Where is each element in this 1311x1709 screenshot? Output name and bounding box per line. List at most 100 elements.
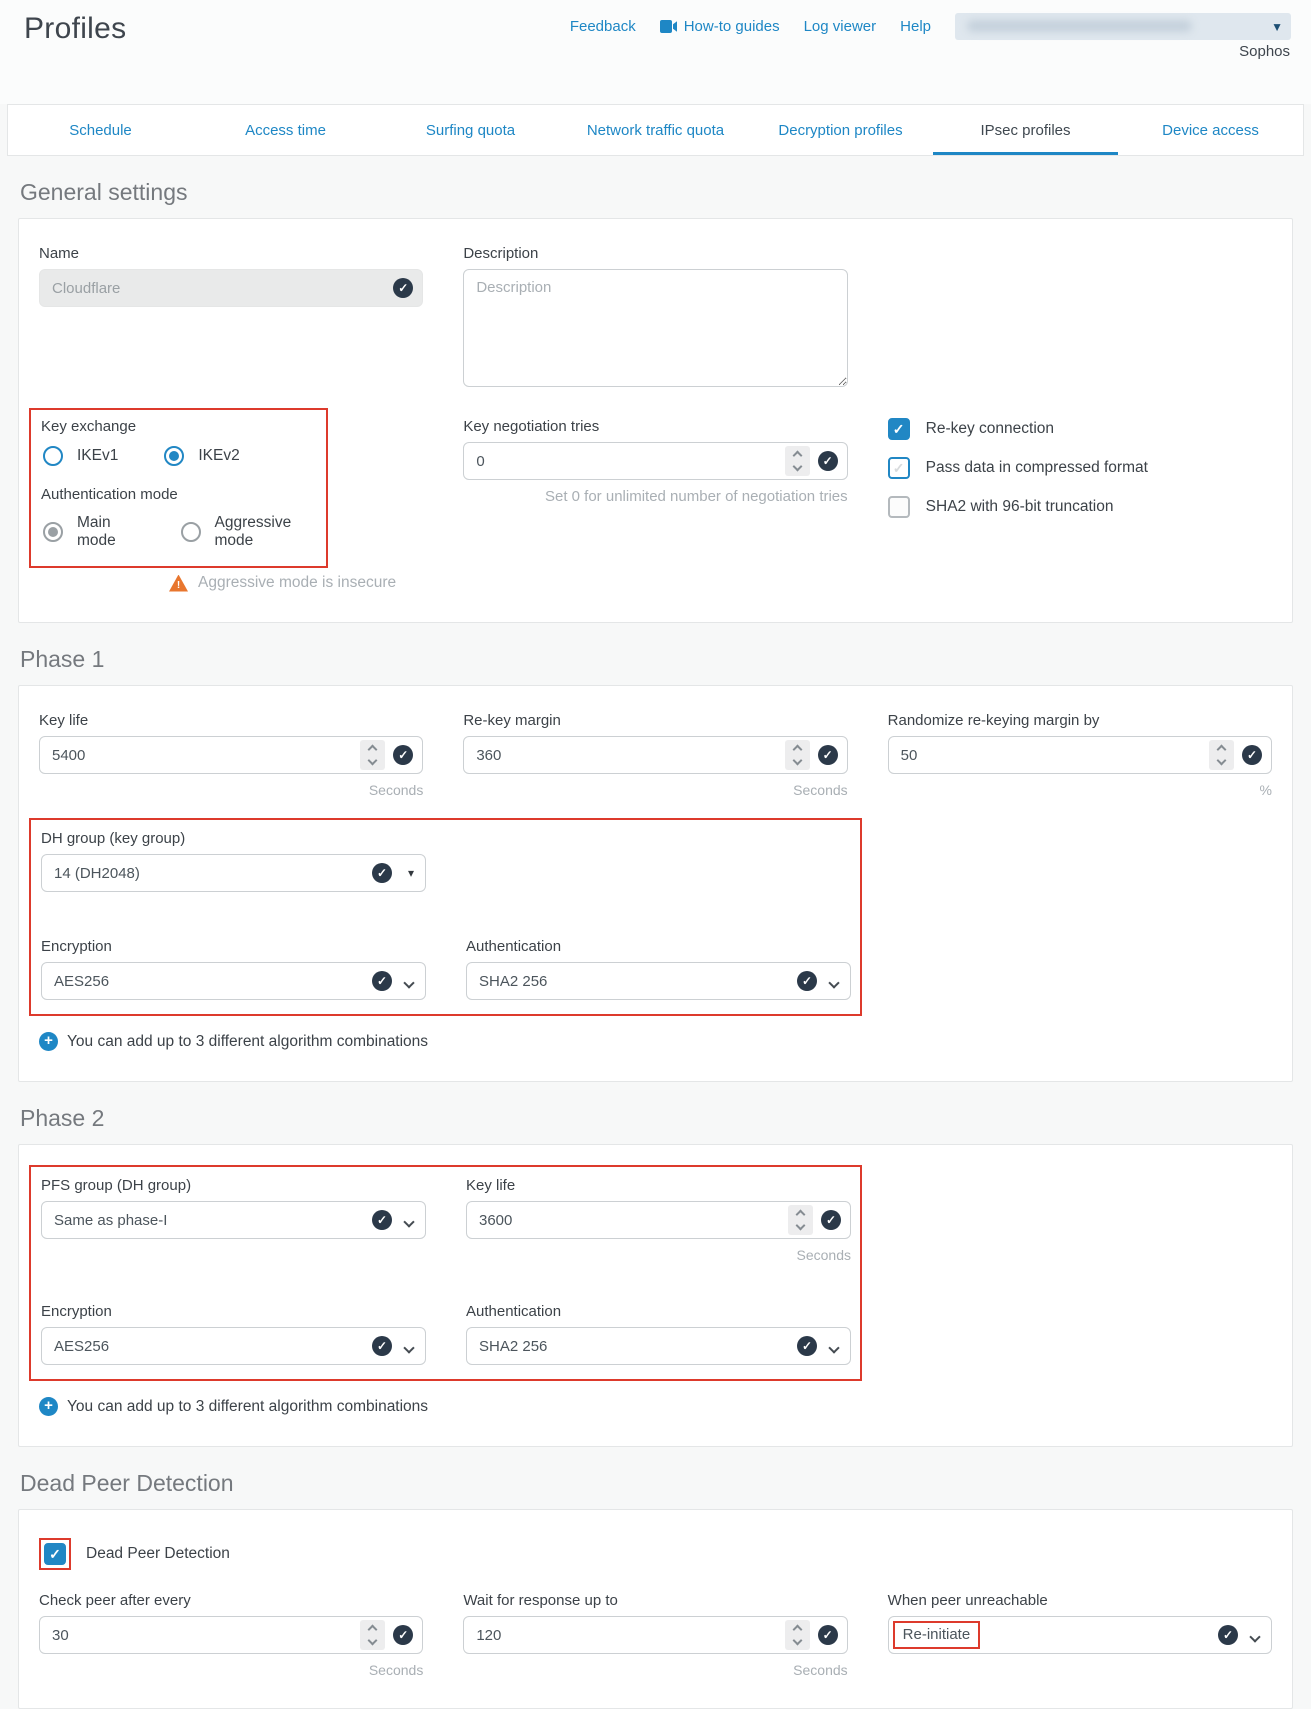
phase2-key-life-field: Key life ✓ Seconds: [466, 1177, 851, 1263]
help-link[interactable]: Help: [900, 18, 931, 35]
description-textarea[interactable]: [463, 269, 847, 387]
auth-mode-label: Authentication mode: [41, 486, 316, 503]
phase1-authentication-select[interactable]: SHA2 256: [466, 962, 851, 1000]
phase1-rekey-margin-field: Re-key margin ✓ Seconds: [463, 712, 847, 798]
phase2-authentication-select[interactable]: SHA2 256: [466, 1327, 851, 1365]
dpd-enable-option[interactable]: ✓ Dead Peer Detection: [39, 1538, 1272, 1570]
howto-guides-link[interactable]: How-to guides: [660, 18, 780, 35]
phase1-heading: Phase 1: [20, 646, 1291, 673]
log-viewer-link[interactable]: Log viewer: [804, 18, 877, 35]
valid-check-icon: ✓: [821, 1210, 841, 1230]
caret-down-icon: ▾: [408, 866, 414, 880]
phase1-key-life-field: Key life ✓ Seconds: [39, 712, 423, 798]
tab-decryption-profiles[interactable]: Decryption profiles: [748, 105, 933, 155]
phase2-encryption-select[interactable]: AES256: [41, 1327, 426, 1365]
valid-check-icon: ✓: [818, 1625, 838, 1645]
phase1-encryption-select[interactable]: AES256: [41, 962, 426, 1000]
blurred-account-text: [967, 20, 1192, 32]
reinitiate-annotation-box: Re-initiate: [893, 1621, 981, 1649]
video-camera-icon: [660, 20, 677, 33]
radio-ikev1[interactable]: IKEv1: [43, 446, 118, 466]
compressed-format-checkbox[interactable]: ✓: [888, 457, 910, 479]
radio-aggressive-mode-control[interactable]: [181, 522, 201, 542]
account-selector[interactable]: ▼: [955, 13, 1291, 40]
dpd-enable-checkbox[interactable]: ✓: [44, 1543, 66, 1565]
dpd-when-unreachable-select[interactable]: Re-initiate: [888, 1616, 1272, 1654]
number-stepper[interactable]: [785, 740, 810, 770]
radio-ikev2-control[interactable]: [164, 446, 184, 466]
key-exchange-column: Key exchange IKEv1 IKEv2 Authentication …: [39, 418, 423, 592]
key-exchange-annotation-box: Key exchange IKEv1 IKEv2 Authentication …: [29, 408, 328, 568]
valid-check-icon: ✓: [372, 1336, 392, 1356]
sha2-truncation-checkbox[interactable]: [888, 496, 910, 518]
tab-ipsec-profiles[interactable]: IPsec profiles: [933, 105, 1118, 155]
tab-access-time[interactable]: Access time: [193, 105, 378, 155]
dpd-wait-response-field: Wait for response up to ✓ Seconds: [463, 1592, 847, 1678]
tab-schedule[interactable]: Schedule: [8, 105, 193, 155]
phase1-add-combination: + You can add up to 3 different algorith…: [39, 1032, 1272, 1051]
radio-ikev1-control[interactable]: [43, 446, 63, 466]
tab-network-traffic-quota[interactable]: Network traffic quota: [563, 105, 748, 155]
radio-aggressive-mode[interactable]: Aggressive mode: [181, 514, 316, 550]
valid-check-icon: ✓: [818, 745, 838, 765]
number-stepper[interactable]: [788, 1205, 813, 1235]
phase2-heading: Phase 2: [20, 1105, 1291, 1132]
valid-check-icon: ✓: [372, 1210, 392, 1230]
brand-label: Sophos: [1239, 43, 1290, 60]
phase2-algorithms-annotation-box: PFS group (DH group) Same as phase-I ✓ K…: [29, 1165, 862, 1381]
tab-device-access[interactable]: Device access: [1118, 105, 1303, 155]
valid-check-icon: ✓: [818, 451, 838, 471]
add-combination-icon[interactable]: +: [39, 1397, 58, 1416]
dpd-check-peer-field: Check peer after every ✓ Seconds: [39, 1592, 423, 1678]
rekey-connection-option[interactable]: ✓ Re-key connection: [888, 418, 1272, 440]
dpd-card: ✓ Dead Peer Detection Check peer after e…: [18, 1509, 1293, 1709]
phase1-dh-group-select[interactable]: 14 (DH2048): [41, 854, 426, 892]
phase2-encryption-field: Encryption AES256 ✓: [41, 1303, 426, 1365]
key-negotiation-label: Key negotiation tries: [463, 418, 847, 435]
aggressive-mode-warning: ! Aggressive mode is insecure: [169, 574, 423, 592]
options-column: ✓ Re-key connection ✓ Pass data in compr…: [888, 418, 1272, 535]
radio-main-mode[interactable]: Main mode: [43, 514, 141, 550]
number-stepper[interactable]: [1209, 740, 1234, 770]
dpd-checkbox-annotation-box: ✓: [39, 1538, 71, 1570]
warning-triangle-icon: !: [169, 575, 188, 592]
description-field: Description: [463, 245, 847, 392]
dpd-when-unreachable-field: When peer unreachable Re-initiate ✓: [888, 1592, 1272, 1654]
dpd-heading: Dead Peer Detection: [20, 1470, 1291, 1497]
valid-check-icon: ✓: [393, 1625, 413, 1645]
number-stepper[interactable]: [785, 446, 810, 476]
compressed-format-option[interactable]: ✓ Pass data in compressed format: [888, 457, 1272, 479]
feedback-link[interactable]: Feedback: [570, 18, 636, 35]
valid-check-icon: ✓: [372, 971, 392, 991]
page-header: Profiles Feedback How-to guides Log view…: [0, 0, 1311, 104]
key-negotiation-field: Key negotiation tries ✓ Set 0 for unlimi…: [463, 418, 847, 505]
phase2-authentication-field: Authentication SHA2 256 ✓: [466, 1303, 851, 1365]
radio-ikev2[interactable]: IKEv2: [164, 446, 239, 466]
header-links: Feedback How-to guides Log viewer Help ▼: [570, 13, 1291, 40]
valid-check-icon: ✓: [797, 1336, 817, 1356]
number-stepper[interactable]: [785, 1620, 810, 1650]
number-stepper[interactable]: [360, 740, 385, 770]
valid-check-icon: ✓: [797, 971, 817, 991]
name-input: [39, 269, 423, 307]
valid-check-icon: ✓: [393, 278, 413, 298]
phase2-add-combination: + You can add up to 3 different algorith…: [39, 1397, 1272, 1416]
sha2-truncation-option[interactable]: SHA2 with 96-bit truncation: [888, 496, 1272, 518]
phase1-authentication-field: Authentication SHA2 256 ✓: [466, 938, 851, 1000]
valid-check-icon: ✓: [372, 863, 392, 883]
account-caret-icon: ▼: [1271, 20, 1283, 34]
phase2-pfs-group-select[interactable]: Same as phase-I: [41, 1201, 426, 1239]
number-stepper[interactable]: [360, 1620, 385, 1650]
rekey-connection-checkbox[interactable]: ✓: [888, 418, 910, 440]
tab-surfing-quota[interactable]: Surfing quota: [378, 105, 563, 155]
phase1-dh-group-field: DH group (key group) 14 (DH2048) ✓ ▾: [41, 830, 426, 892]
phase2-card: PFS group (DH group) Same as phase-I ✓ K…: [18, 1144, 1293, 1447]
name-label: Name: [39, 245, 423, 262]
general-settings-card: Name ✓ Description Key exchange: [18, 218, 1293, 623]
key-negotiation-helper: Set 0 for unlimited number of negotiatio…: [463, 488, 847, 505]
valid-check-icon: ✓: [1242, 745, 1262, 765]
add-combination-icon[interactable]: +: [39, 1032, 58, 1051]
radio-main-mode-control[interactable]: [43, 522, 63, 542]
phase1-encryption-field: Encryption AES256 ✓: [41, 938, 426, 1000]
valid-check-icon: ✓: [1218, 1625, 1238, 1645]
